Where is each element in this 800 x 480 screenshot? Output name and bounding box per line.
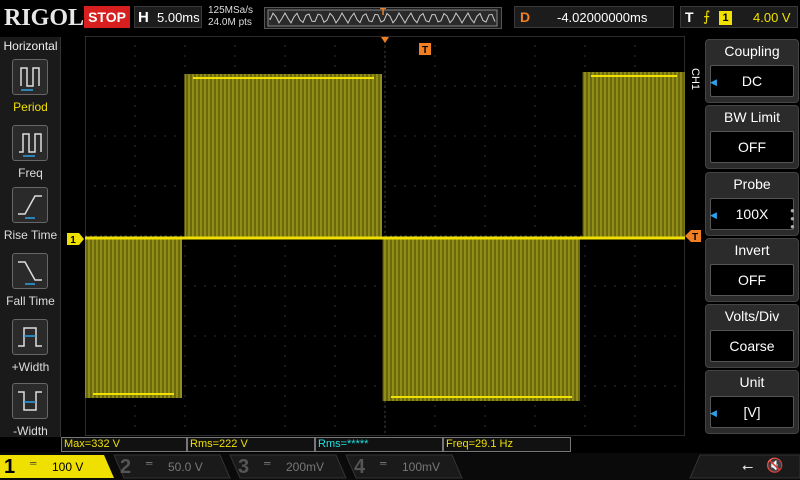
speaker-mute-icon[interactable]: 🔇 xyxy=(766,457,783,474)
trigger-source: 1 xyxy=(719,11,732,25)
coupling-value: DC xyxy=(710,65,794,97)
channel-3-number: 3 xyxy=(238,456,250,478)
waveform-block xyxy=(583,72,685,238)
bw-limit-value: OFF xyxy=(710,131,794,163)
bw-limit-button[interactable]: BW Limit OFF xyxy=(705,105,799,169)
invert-title: Invert xyxy=(734,242,770,258)
run-stop-indicator[interactable]: STOP xyxy=(84,6,130,28)
trigger-level-marker[interactable] xyxy=(685,230,701,242)
measurement-max[interactable]: Max=332 V xyxy=(61,437,187,452)
delay-box[interactable]: D -4.02000000ms xyxy=(514,6,674,28)
channel-1-scale: 100 V xyxy=(52,460,84,474)
period-icon xyxy=(12,59,48,95)
rise-time-label: Rise Time xyxy=(3,228,58,242)
volts-div-title: Volts/Div xyxy=(724,308,780,324)
frequency-icon xyxy=(12,125,48,161)
dc-coupling-icon: ═ xyxy=(380,458,387,468)
waveform-display[interactable] xyxy=(85,36,685,436)
channel-2-scale: 50.0 V xyxy=(168,460,203,474)
left-arrow-icon: ◀ xyxy=(710,408,717,418)
trigger-box[interactable]: T ⨍ 1 4.00 V xyxy=(680,6,798,28)
channel-2-status[interactable]: 2 ═ 50.0 V xyxy=(116,455,226,479)
measurement-freq[interactable]: Freq=29.1 Hz xyxy=(443,437,571,452)
trigger-level-marker-label: T xyxy=(692,232,698,243)
measurement-rms[interactable]: Rms=222 V xyxy=(187,437,315,452)
fall-time-label: Fall Time xyxy=(6,294,55,308)
usb-icon: ⭠ xyxy=(742,458,754,474)
memory-depth: 24.0M pts xyxy=(208,17,252,28)
timebase-box[interactable]: H 5.00ms xyxy=(134,6,202,28)
channel-1-status[interactable]: 1 ═ 100 V xyxy=(0,455,110,479)
delay-label: D xyxy=(520,9,531,25)
bw-limit-title: BW Limit xyxy=(724,109,780,125)
sample-rate: 125MSa/s xyxy=(208,5,254,16)
ch1-offset-marker[interactable] xyxy=(67,233,84,245)
unit-title: Unit xyxy=(739,374,765,390)
channel-3-scale: 200mV xyxy=(286,460,325,474)
channel-4-scale: 100mV xyxy=(402,460,441,474)
memory-overview-strip[interactable]: T xyxy=(264,7,502,29)
positive-width-label: +Width xyxy=(11,360,50,374)
menu-title: Horizontal xyxy=(3,39,58,53)
channel-4-number: 4 xyxy=(354,456,366,478)
trigger-label: T xyxy=(685,9,694,25)
volts-div-value: Coarse xyxy=(710,330,794,362)
measure-freq-button[interactable]: Freq xyxy=(0,125,61,189)
probe-button[interactable]: Probe 100X ◀ xyxy=(705,172,799,236)
channel-3-status[interactable]: 3 ═ 200mV xyxy=(234,455,344,479)
invert-button[interactable]: Invert OFF xyxy=(705,238,799,302)
dc-coupling-icon: ═ xyxy=(146,458,153,468)
memory-trigger-marker: T xyxy=(380,7,387,18)
top-status-bar: RIGOL STOP H 5.00ms 125MSa/s 24.0M pts T… xyxy=(0,0,800,36)
freq-label: Freq xyxy=(18,166,43,180)
channel-2-number: 2 xyxy=(120,456,132,478)
negative-width-icon xyxy=(12,383,48,419)
horizontal-measure-menu: Horizontal Period Freq Rise Time Fall Ti… xyxy=(0,37,61,438)
trigger-level: 4.00 V xyxy=(753,10,791,25)
measure-rise-time-button[interactable]: Rise Time xyxy=(0,187,61,251)
volts-div-button[interactable]: Volts/Div Coarse xyxy=(705,304,799,368)
rise-time-icon xyxy=(12,187,48,223)
invert-value: OFF xyxy=(710,264,794,296)
waveform-grid xyxy=(85,36,685,436)
probe-value: 100X xyxy=(710,198,794,230)
channel-tab: CH1 xyxy=(688,64,702,94)
period-label: Period xyxy=(13,100,48,114)
measure-negative-width-button[interactable]: -Width xyxy=(0,383,61,447)
fall-time-icon xyxy=(12,253,48,289)
rigol-logo: RIGOL xyxy=(4,5,85,31)
channel-4-status[interactable]: 4 ═ 100mV xyxy=(350,455,460,479)
rising-edge-icon: ⨍ xyxy=(703,8,711,24)
channel-1-number: 1 xyxy=(4,456,16,478)
ch1-offset-marker-label: 1 xyxy=(70,235,76,246)
left-arrow-icon: ◀ xyxy=(710,210,717,220)
measurement-rms-ch2[interactable]: Rms=***** xyxy=(315,437,443,452)
dc-coupling-icon: ═ xyxy=(30,458,37,468)
measure-period-button[interactable]: Period xyxy=(0,59,61,123)
coupling-title: Coupling xyxy=(724,43,780,59)
left-arrow-icon: ◀ xyxy=(710,77,717,87)
probe-title: Probe xyxy=(733,176,771,192)
delay-value: -4.02000000ms xyxy=(557,10,648,25)
timebase-value: 5.00ms xyxy=(157,10,200,25)
measure-positive-width-button[interactable]: +Width xyxy=(0,319,61,383)
timebase-label: H xyxy=(138,9,149,26)
negative-width-label: -Width xyxy=(13,424,48,438)
coupling-button[interactable]: Coupling DC ◀ xyxy=(705,39,799,103)
measure-fall-time-button[interactable]: Fall Time xyxy=(0,253,61,317)
positive-width-icon xyxy=(12,319,48,355)
unit-value: [V] xyxy=(710,396,794,428)
page-dots-icon: ● ● ● xyxy=(790,206,795,231)
dc-coupling-icon: ═ xyxy=(264,458,271,468)
unit-button[interactable]: Unit [V] ◀ xyxy=(705,370,799,434)
acquisition-info: 125MSa/s 24.0M pts xyxy=(208,5,253,29)
